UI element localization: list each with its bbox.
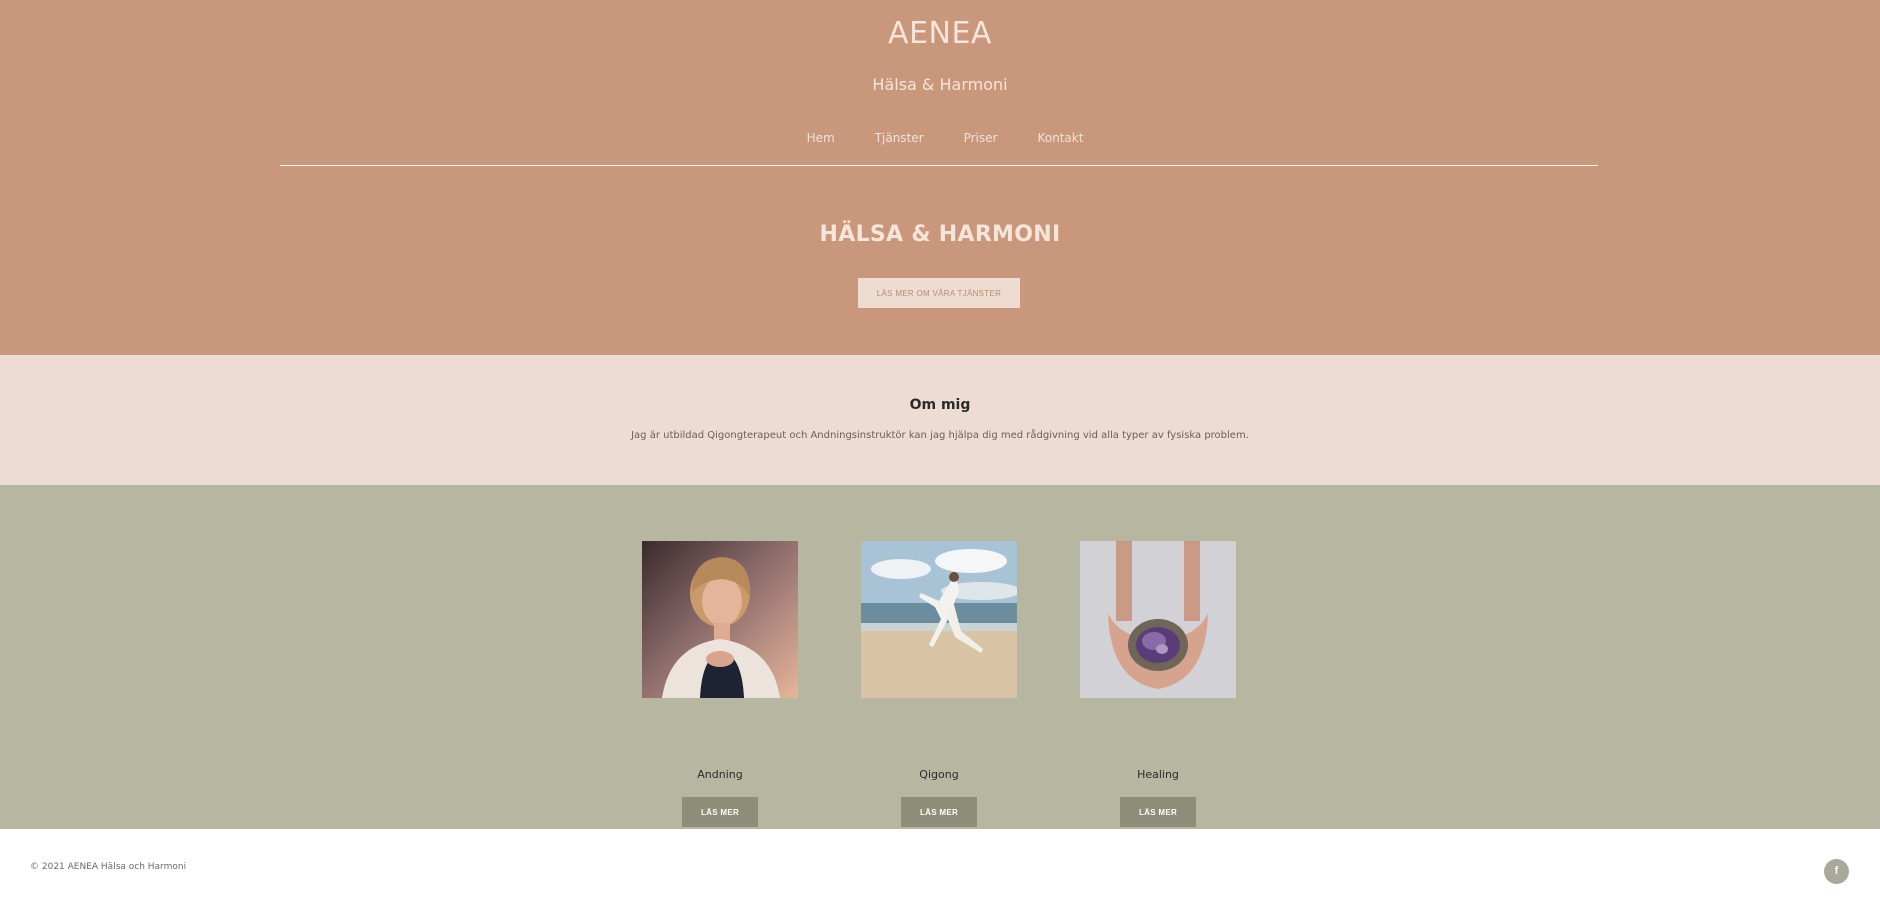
hero-section: AENEA Hälsa & Harmoni Hem Tjänster Prise… — [0, 0, 1880, 355]
site-logo[interactable]: AENEA — [0, 16, 1880, 51]
footer: © 2021 AENEA Hälsa och Harmoni f — [0, 829, 1880, 905]
read-more-andning-button[interactable]: LÄS MER — [682, 797, 758, 827]
nav-link-hem[interactable]: Hem — [807, 131, 835, 145]
nav-divider — [280, 165, 1598, 166]
qigong-beach-photo — [861, 541, 1017, 698]
site-tagline: Hälsa & Harmoni — [872, 75, 1008, 94]
facebook-icon[interactable]: f — [1824, 859, 1849, 884]
main-nav: Hem Tjänster Priser Kontakt — [0, 131, 1880, 145]
about-text: Jag är utbildad Qigongterapeut och Andni… — [631, 430, 1249, 441]
service-card-andning: Andning LÄS MER — [642, 541, 798, 827]
service-label-healing: Healing — [1137, 768, 1179, 781]
woman-breathing-photo — [642, 541, 798, 698]
read-more-healing-button[interactable]: LÄS MER — [1120, 797, 1196, 827]
hero-title: HÄLSA & HARMONI — [819, 222, 1061, 247]
about-section: Om mig Jag är utbildad Qigongterapeut oc… — [0, 355, 1880, 485]
service-label-andning: Andning — [697, 768, 743, 781]
nav-link-tjanster[interactable]: Tjänster — [875, 131, 924, 145]
read-more-qigong-button[interactable]: LÄS MER — [901, 797, 977, 827]
service-card-qigong: Qigong LÄS MER — [861, 541, 1017, 827]
service-label-qigong: Qigong — [919, 768, 959, 781]
hands-amethyst-photo — [1080, 541, 1236, 698]
about-title: Om mig — [909, 397, 971, 413]
read-more-services-button[interactable]: LÄS MER OM VÅRA TJÄNSTER — [858, 278, 1020, 308]
footer-copyright: © 2021 AENEA Hälsa och Harmoni — [30, 862, 187, 872]
service-card-healing: Healing LÄS MER — [1080, 541, 1236, 827]
services-section: Andning LÄS MER Qigong LÄS MER Healing L… — [0, 485, 1880, 829]
nav-link-kontakt[interactable]: Kontakt — [1037, 131, 1083, 145]
nav-link-priser[interactable]: Priser — [964, 131, 998, 145]
